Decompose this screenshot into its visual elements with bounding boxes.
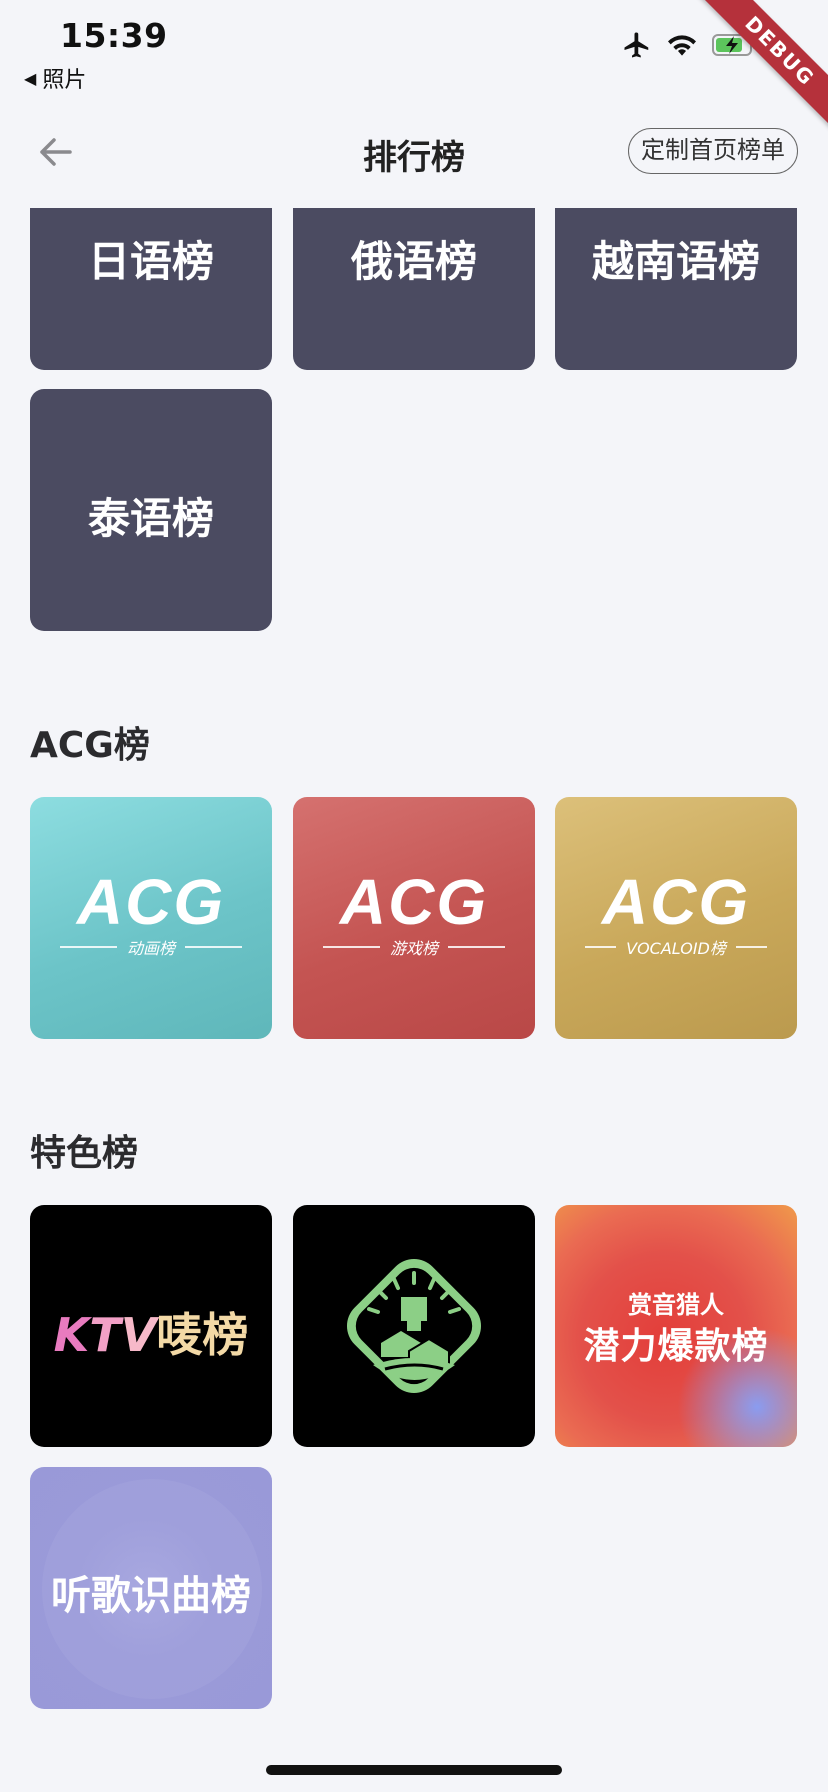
chart-tile-thai[interactable]: 泰语榜: [30, 389, 272, 631]
chart-tile-potential-hits[interactable]: 赏音猎人 潜力爆款榜: [555, 1205, 797, 1447]
acg-subtitle-row: VOCALOID榜: [585, 935, 767, 959]
airplane-icon: [624, 32, 649, 58]
chart-tile-acg-anime[interactable]: ACG 动画榜: [30, 797, 272, 1039]
chart-tile-label: 游戏榜: [390, 939, 439, 958]
green-emblem-icon: [346, 1258, 482, 1394]
chart-tile-acg-game[interactable]: ACG 游戏榜: [293, 797, 535, 1039]
chart-tile-brand: 赏音猎人: [628, 1291, 724, 1319]
wifi-icon: [668, 35, 696, 56]
section-title-featured: 特色榜: [30, 1133, 139, 1174]
status-icons: [622, 30, 758, 60]
customize-home-charts-button[interactable]: 定制首页榜单: [628, 128, 798, 174]
acg-logo: ACG: [601, 866, 751, 938]
status-bar: 15:39 ◀ 照片 DEBUG: [0, 0, 828, 134]
chart-tile-label: 泰语榜: [87, 494, 214, 543]
chart-tile-label: 听歌识曲榜: [51, 1573, 251, 1619]
acg-logo: ACG: [339, 866, 489, 938]
section-title-acg: ACG榜: [30, 725, 150, 766]
acg-subtitle-row: 动画榜: [60, 935, 243, 959]
ktv-logo: KTV唛榜: [53, 1308, 249, 1362]
chart-tile-acg-vocaloid[interactable]: ACG VOCALOID榜: [555, 797, 797, 1039]
status-time: 15:39: [60, 16, 168, 55]
chart-tile-label: 潜力爆款榜: [583, 1326, 769, 1367]
chart-tile-label: VOCALOID榜: [626, 939, 726, 958]
chart-tile-label: 动画榜: [127, 939, 176, 958]
chart-tile-label: 日语榜: [87, 237, 214, 286]
acg-logo: ACG: [76, 866, 226, 938]
chart-tile-russian[interactable]: 俄语榜: [293, 208, 535, 370]
acg-subtitle-row: 游戏榜: [323, 935, 506, 959]
chart-tile-label: 越南语榜: [591, 237, 760, 286]
home-indicator: [266, 1765, 562, 1775]
back-app-label: 照片: [42, 68, 87, 93]
chart-tile-song-recognition[interactable]: 听歌识曲榜: [30, 1467, 272, 1709]
back-triangle-icon: ◀: [24, 68, 37, 88]
chart-tile-japanese[interactable]: 日语榜: [30, 208, 272, 370]
back-to-app-link[interactable]: ◀ 照片: [24, 62, 86, 94]
chart-tile-label: 俄语榜: [350, 237, 477, 286]
chart-tile-vietnamese[interactable]: 越南语榜: [555, 208, 797, 370]
chart-tile-emblem[interactable]: [293, 1205, 535, 1447]
nav-bar: 排行榜 定制首页榜单: [0, 112, 828, 196]
chart-list[interactable]: 日语榜 俄语榜 越南语榜 泰语榜 ACG榜 ACG 动画榜 ACG 游戏榜 AC…: [0, 208, 828, 1758]
chart-tile-ktv[interactable]: KTV唛榜: [30, 1205, 272, 1447]
